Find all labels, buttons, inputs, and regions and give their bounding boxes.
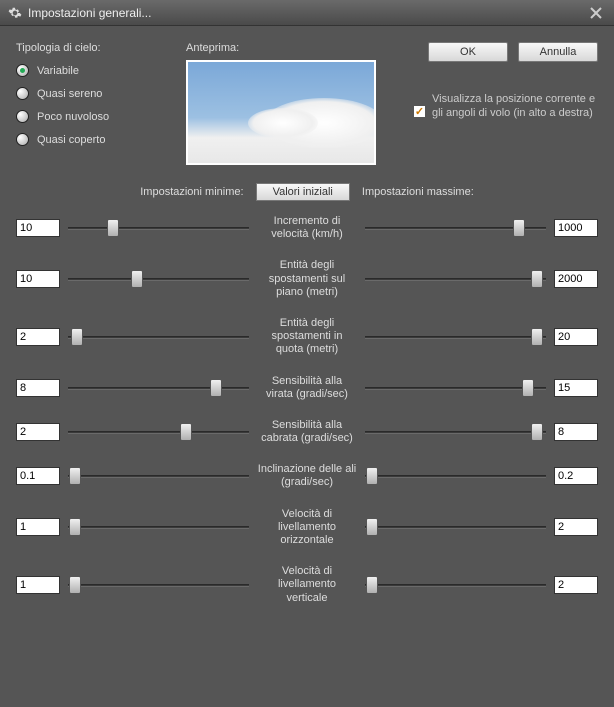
param-row-0: Incremento di velocità (km/h) — [16, 215, 598, 241]
radio-icon[interactable] — [16, 64, 29, 77]
max-slider[interactable] — [365, 422, 546, 442]
max-slider[interactable] — [365, 517, 546, 537]
sky-option-3[interactable]: Quasi coperto — [16, 133, 166, 146]
min-input[interactable] — [16, 576, 60, 594]
radio-icon[interactable] — [16, 87, 29, 100]
min-slider[interactable] — [68, 466, 249, 486]
radio-icon[interactable] — [16, 133, 29, 146]
param-row-5: Inclinazione delle ali (gradi/sec) — [16, 463, 598, 489]
max-input[interactable] — [554, 379, 598, 397]
param-label: Velocità di livellamento verticale — [257, 565, 357, 605]
max-input[interactable] — [554, 328, 598, 346]
param-row-4: Sensibilità alla cabrata (gradi/sec) — [16, 419, 598, 445]
max-input[interactable] — [554, 467, 598, 485]
param-label: Entità degli spostamenti sul piano (metr… — [257, 259, 357, 299]
cancel-button[interactable]: Annulla — [518, 42, 598, 62]
max-slider[interactable] — [365, 466, 546, 486]
min-input[interactable] — [16, 379, 60, 397]
max-slider[interactable] — [365, 218, 546, 238]
sky-option-1[interactable]: Quasi sereno — [16, 87, 166, 100]
sky-option-label: Poco nuvoloso — [37, 111, 109, 123]
min-slider[interactable] — [68, 575, 249, 595]
min-input[interactable] — [16, 518, 60, 536]
show-position-checkbox[interactable] — [413, 105, 426, 118]
show-position-check-row[interactable]: Visualizza la posizione corrente e gli a… — [413, 92, 598, 121]
sky-option-0[interactable]: Variabile — [16, 64, 166, 77]
param-row-3: Sensibilità alla virata (gradi/sec) — [16, 375, 598, 401]
sky-type-group: Tipologia di cielo: Variabile Quasi seren… — [16, 42, 166, 165]
min-slider[interactable] — [68, 422, 249, 442]
max-input[interactable] — [554, 576, 598, 594]
sky-option-label: Quasi coperto — [37, 134, 105, 146]
min-input[interactable] — [16, 467, 60, 485]
show-position-label: Visualizza la posizione corrente e gli a… — [432, 92, 598, 121]
param-label: Velocità di livellamento orizzontale — [257, 508, 357, 548]
window-title: Impostazioni generali... — [28, 6, 586, 20]
param-label: Inclinazione delle ali (gradi/sec) — [257, 463, 357, 489]
sky-option-label: Quasi sereno — [37, 88, 102, 100]
param-row-7: Velocità di livellamento verticale — [16, 565, 598, 605]
sky-type-label: Tipologia di cielo: — [16, 42, 166, 54]
min-slider[interactable] — [68, 218, 249, 238]
min-input[interactable] — [16, 270, 60, 288]
max-input[interactable] — [554, 423, 598, 441]
content-area: Tipologia di cielo: Variabile Quasi seren… — [0, 26, 614, 639]
gear-icon — [8, 6, 22, 20]
param-label: Sensibilità alla cabrata (gradi/sec) — [257, 419, 357, 445]
min-slider[interactable] — [68, 378, 249, 398]
ok-button[interactable]: OK — [428, 42, 508, 62]
param-row-6: Velocità di livellamento orizzontale — [16, 508, 598, 548]
close-icon[interactable] — [586, 4, 606, 22]
min-input[interactable] — [16, 219, 60, 237]
param-row-1: Entità degli spostamenti sul piano (metr… — [16, 259, 598, 299]
max-slider[interactable] — [365, 575, 546, 595]
param-label: Entità degli spostamenti in quota (metri… — [257, 317, 357, 357]
preview-group: Anteprima: — [186, 42, 376, 165]
max-input[interactable] — [554, 518, 598, 536]
defaults-button[interactable]: Valori iniziali — [256, 183, 350, 201]
sky-option-label: Variabile — [37, 65, 79, 77]
max-input[interactable] — [554, 219, 598, 237]
min-slider[interactable] — [68, 269, 249, 289]
preview-image — [186, 60, 376, 165]
max-settings-label: Impostazioni massime: — [362, 186, 474, 198]
max-slider[interactable] — [365, 269, 546, 289]
min-settings-label: Impostazioni minime: — [140, 186, 243, 198]
min-input[interactable] — [16, 328, 60, 346]
min-input[interactable] — [16, 423, 60, 441]
preview-label: Anteprima: — [186, 42, 376, 54]
max-slider[interactable] — [365, 378, 546, 398]
max-slider[interactable] — [365, 327, 546, 347]
min-slider[interactable] — [68, 517, 249, 537]
param-row-2: Entità degli spostamenti in quota (metri… — [16, 317, 598, 357]
max-input[interactable] — [554, 270, 598, 288]
param-label: Incremento di velocità (km/h) — [257, 215, 357, 241]
radio-icon[interactable] — [16, 110, 29, 123]
titlebar: Impostazioni generali... — [0, 0, 614, 26]
param-label: Sensibilità alla virata (gradi/sec) — [257, 375, 357, 401]
min-slider[interactable] — [68, 327, 249, 347]
sky-option-2[interactable]: Poco nuvoloso — [16, 110, 166, 123]
